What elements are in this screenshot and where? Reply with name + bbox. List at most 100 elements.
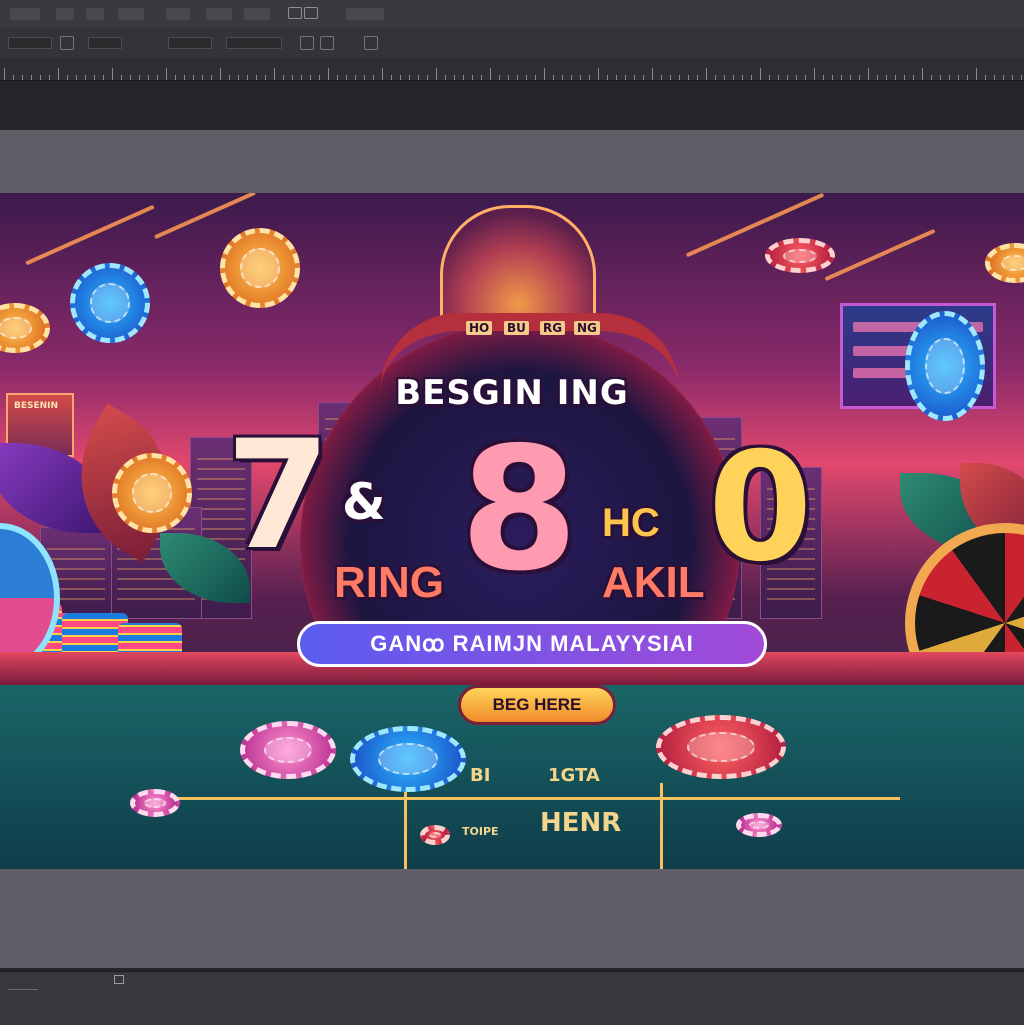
ruler-tick xyxy=(553,75,554,80)
document-info-icon[interactable] xyxy=(114,975,124,984)
ruler-tick xyxy=(670,75,671,80)
ruler-tick xyxy=(571,75,572,80)
ruler-tick xyxy=(382,68,383,80)
ruler-tick xyxy=(211,75,212,80)
ruler-tick xyxy=(94,75,95,80)
ruler-tick xyxy=(328,68,329,80)
ruler-tick xyxy=(472,75,473,80)
ruler-tick xyxy=(760,68,761,80)
casino-chip xyxy=(420,825,450,845)
ruler-tick xyxy=(40,75,41,80)
ruler-tick xyxy=(31,75,32,80)
menu-search-field[interactable] xyxy=(346,8,384,20)
ruler-tick xyxy=(292,75,293,80)
mode-field[interactable] xyxy=(88,37,122,49)
ruler-tick xyxy=(1012,75,1013,80)
ruler-tick xyxy=(112,68,113,80)
ruler-tick xyxy=(931,75,932,80)
ruler-tick xyxy=(949,75,950,80)
menu-select[interactable] xyxy=(166,8,190,20)
ruler-tick xyxy=(904,75,905,80)
ruler-tick xyxy=(265,75,266,80)
ruler-tick xyxy=(643,75,644,80)
menu-file[interactable] xyxy=(10,8,40,20)
casino-chip xyxy=(130,789,180,817)
ruler-tick xyxy=(391,75,392,80)
ruler-tick xyxy=(940,75,941,80)
ruler-tick xyxy=(337,75,338,80)
ruler-tick xyxy=(868,68,869,80)
ruler-tick xyxy=(832,75,833,80)
casino-chip xyxy=(70,263,150,343)
wheel-label: HO xyxy=(466,321,492,335)
ruler-tick xyxy=(751,75,752,80)
airbrush-icon[interactable] xyxy=(300,36,314,50)
menu-image[interactable] xyxy=(86,8,104,20)
ruler-tick xyxy=(562,75,563,80)
ruler-tick xyxy=(121,75,122,80)
ruler-tick xyxy=(607,75,608,80)
ruler-tick xyxy=(274,68,275,80)
ruler-tick xyxy=(418,75,419,80)
sky-streak xyxy=(25,205,155,266)
document-canvas[interactable]: BESENIN HO BU RG NG TOIPE HENR 1GTA BI B… xyxy=(0,193,1024,869)
ruler-tick xyxy=(103,75,104,80)
ruler-tick xyxy=(661,75,662,80)
ruler-tick xyxy=(679,75,680,80)
ruler-tick xyxy=(157,75,158,80)
ruler-tick xyxy=(805,75,806,80)
casino-chip xyxy=(220,228,300,308)
ruler-tick xyxy=(490,68,491,80)
ruler-tick xyxy=(193,75,194,80)
casino-chip xyxy=(765,238,835,273)
menu-edit[interactable] xyxy=(56,8,74,20)
ruler-tick xyxy=(814,68,815,80)
ruler-tick xyxy=(913,75,914,80)
menu-filter[interactable] xyxy=(206,8,232,20)
menu-bar xyxy=(0,0,1024,29)
casino-chip xyxy=(112,453,192,533)
ruler-tick xyxy=(652,68,653,80)
ruler-tick xyxy=(877,75,878,80)
ruler-tick xyxy=(238,75,239,80)
ruler-tick xyxy=(787,75,788,80)
ruler-tick xyxy=(301,75,302,80)
ruler-tick xyxy=(985,75,986,80)
ruler-tick xyxy=(139,75,140,80)
zoom-level[interactable] xyxy=(8,978,38,990)
ruler-tick xyxy=(256,75,257,80)
window-icon[interactable] xyxy=(304,7,318,19)
ruler-tick xyxy=(616,75,617,80)
pressure-icon[interactable] xyxy=(320,36,334,50)
felt-line xyxy=(404,783,407,869)
symmetry-icon[interactable] xyxy=(364,36,378,50)
ruler-tick xyxy=(1021,75,1022,80)
menu-view[interactable] xyxy=(244,8,270,20)
ruler-tick xyxy=(895,75,896,80)
ruler-tick xyxy=(58,68,59,80)
ruler-tick xyxy=(796,75,797,80)
ruler-tick xyxy=(706,68,707,80)
ruler-tick xyxy=(634,75,635,80)
felt-label: 1GTA xyxy=(548,765,600,786)
cta-button[interactable]: BEG HERE xyxy=(458,685,616,725)
tool-preset-field[interactable] xyxy=(8,37,52,49)
ruler-tick xyxy=(373,75,374,80)
felt-line xyxy=(150,797,900,800)
ruler-tick xyxy=(508,75,509,80)
arrange-icon[interactable] xyxy=(288,7,302,19)
ruler-tick xyxy=(67,75,68,80)
ruler-tick xyxy=(535,75,536,80)
flow-field[interactable] xyxy=(226,37,282,49)
menu-layer[interactable] xyxy=(118,8,144,20)
word-ring: RING xyxy=(334,558,444,608)
opacity-field[interactable] xyxy=(168,37,212,49)
casino-chip xyxy=(736,813,782,837)
ruler-tick xyxy=(688,75,689,80)
big-number-eight: 8 xyxy=(460,425,578,595)
preset-dropdown-icon[interactable] xyxy=(60,36,74,50)
ruler-tick xyxy=(697,75,698,80)
ruler-tick xyxy=(229,75,230,80)
ruler-tick xyxy=(310,75,311,80)
ruler-tick xyxy=(850,75,851,80)
